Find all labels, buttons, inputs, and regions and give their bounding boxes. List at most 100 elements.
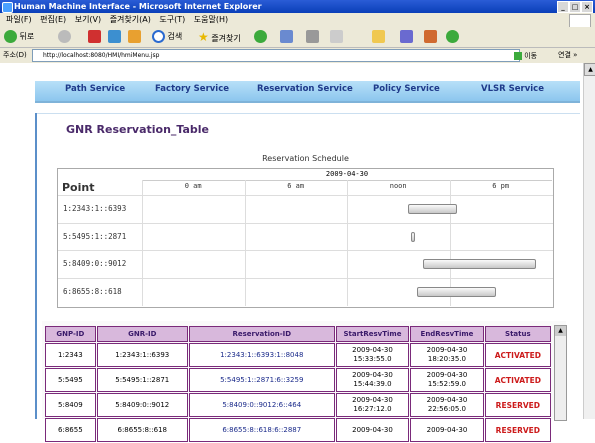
forward-arrow-icon (58, 30, 71, 43)
chart-title: Reservation Schedule (262, 154, 349, 163)
service-nav: Path Service Factory Service Reservation… (35, 81, 580, 103)
edit-icon (330, 30, 343, 43)
cell-end-time: 2009-04-30 (410, 418, 484, 442)
col-end-time[interactable]: EndResvTime (410, 326, 484, 342)
reservation-schedule-chart: Reservation Schedule 2009-04-30 Point 0 … (57, 154, 554, 308)
tools-icon (424, 30, 437, 43)
mail-button[interactable] (280, 30, 293, 44)
x-tick-label: noon (389, 182, 407, 190)
nav-factory-service[interactable]: Factory Service (155, 84, 229, 94)
go-label: 이동 (524, 52, 538, 60)
mail-icon (280, 30, 293, 43)
back-arrow-icon (4, 30, 17, 43)
cell-status: ACTIVATED (484, 343, 551, 367)
cell-start-time: 2009-04-30 16:27:12.0 (335, 393, 410, 417)
table-row[interactable]: 5:5495 5:5495:1::2871 5:5495:1::2871:6::… (45, 368, 551, 392)
menu-favorites[interactable]: 즐겨찾기(A) (110, 15, 151, 24)
scroll-up-icon[interactable]: ▲ (584, 63, 595, 76)
cell-end-time: 2009-04-30 15:52:59.0 (410, 368, 484, 392)
cell-gnp-id: 1:2343 (45, 343, 96, 367)
ie-logo-icon (2, 2, 13, 13)
cell-end-time: 2009-04-30 18:20:35.0 (410, 343, 484, 367)
nav-path-service[interactable]: Path Service (65, 84, 125, 94)
col-gnp-id[interactable]: GNP-ID (45, 326, 96, 342)
cell-reservation-id[interactable]: 5:5495:1::2871:6::3259 (188, 368, 335, 392)
history-button[interactable] (254, 30, 267, 44)
reservation-bar[interactable] (407, 204, 458, 214)
stop-button[interactable] (88, 30, 101, 44)
nav-vlsr-service[interactable]: VLSR Service (481, 84, 544, 94)
links-button[interactable]: 연결 » (558, 48, 577, 63)
scroll-up-icon[interactable]: ▲ (555, 326, 566, 336)
menu-tools[interactable]: 도구(T) (159, 15, 185, 24)
menu-view[interactable]: 보기(V) (75, 15, 101, 24)
menu-edit[interactable]: 편집(E) (40, 15, 66, 24)
menu-bar: 파일(F) 편집(E) 보기(V) 즐겨찾기(A) 도구(T) 도움말(H) (0, 13, 595, 28)
col-start-time[interactable]: StartResvTime (335, 326, 410, 342)
table-row[interactable]: 1:2343 1:2343:1::6393 1:2343:1::6393:1::… (45, 343, 551, 367)
cell-gnp-id: 5:5495 (45, 368, 96, 392)
home-button[interactable] (128, 30, 141, 44)
table-scrollbar[interactable]: ▲ (554, 325, 567, 421)
back-button[interactable]: 뒤로 (4, 30, 34, 44)
go-button[interactable]: 이동 (514, 49, 550, 61)
search-label: 검색 (167, 32, 183, 41)
menu-help[interactable]: 도움말(H) (194, 15, 228, 24)
page-scrollbar[interactable]: ▲ (583, 63, 595, 419)
close-button[interactable]: × (581, 1, 593, 13)
cell-start-time: 2009-04-30 (335, 418, 410, 442)
cell-reservation-id[interactable]: 6:8655:8::618:6::2887 (188, 418, 335, 442)
row-label: 1:2343:1::6393 (63, 204, 127, 213)
maximize-button[interactable]: □ (569, 1, 581, 13)
row-label: 5:5495:1::2871 (63, 231, 127, 241)
cell-reservation-id[interactable]: 1:2343:1::6393:1::8048 (188, 343, 335, 367)
cell-start-time: 2009-04-30 15:33:55.0 (335, 343, 410, 367)
minimize-button[interactable]: _ (557, 1, 569, 13)
address-input[interactable]: http://localhost:8080/HMI/hmiMenu.jsp (32, 49, 520, 62)
reservation-bar[interactable] (417, 286, 496, 297)
nav-reservation-service[interactable]: Reservation Service (257, 84, 353, 94)
x-tick-label: 6 pm (492, 182, 510, 190)
research-icon (400, 30, 413, 43)
table-row[interactable]: 5:8409 5:8409:0::9012 5:8409:0::9012:6::… (45, 393, 551, 417)
table-row[interactable]: 6:8655 6:8655:8::618 6:8655:8::618:6::28… (45, 418, 551, 442)
left-border (35, 113, 37, 419)
history-icon (254, 30, 267, 43)
cell-gnr-id: 1:2343:1::6393 (96, 343, 188, 367)
cell-reservation-id[interactable]: 5:8409:0::9012:6::464 (188, 393, 335, 417)
col-status[interactable]: Status (484, 326, 551, 342)
tools-button[interactable] (424, 30, 437, 44)
nav-policy-service[interactable]: Policy Service (373, 84, 440, 94)
menu-file[interactable]: 파일(F) (6, 15, 32, 24)
row-divider (58, 195, 553, 196)
grid-line (347, 180, 348, 306)
reservation-bar[interactable] (423, 259, 536, 269)
window-titlebar: Human Machine Interface - Microsoft Inte… (0, 0, 595, 13)
address-bar: 주소(D) http://localhost:8080/HMI/hmiMenu.… (0, 48, 595, 63)
reservation-bar[interactable] (410, 231, 416, 242)
col-reservation-id[interactable]: Reservation-ID (188, 326, 335, 342)
edit-button[interactable] (330, 30, 343, 44)
cell-status: RESERVED (484, 393, 551, 417)
col-gnr-id[interactable]: GNR-ID (96, 326, 188, 342)
messenger-icon (446, 30, 459, 43)
cell-start-time: 2009-04-30 15:44:39.0 (335, 368, 410, 392)
research-button[interactable] (400, 30, 413, 44)
point-column-header: Point (62, 181, 95, 194)
messenger-button[interactable] (446, 30, 459, 44)
print-button[interactable] (306, 30, 319, 44)
folder-button[interactable] (372, 30, 385, 44)
print-icon (306, 30, 319, 43)
folder-icon (372, 30, 385, 43)
stop-icon (88, 30, 101, 43)
cell-gnr-id: 5:5495:1::2871 (96, 368, 188, 392)
favorites-button[interactable]: ★ 즐겨찾기 (198, 30, 241, 46)
favorites-label: 즐겨찾기 (211, 34, 241, 43)
search-button[interactable]: 검색 (152, 30, 182, 44)
address-label: 주소(D) (3, 51, 27, 59)
go-arrow-icon (514, 52, 522, 60)
home-icon (128, 30, 141, 43)
refresh-button[interactable] (108, 30, 121, 44)
refresh-icon (108, 30, 121, 43)
forward-button[interactable] (58, 30, 71, 44)
